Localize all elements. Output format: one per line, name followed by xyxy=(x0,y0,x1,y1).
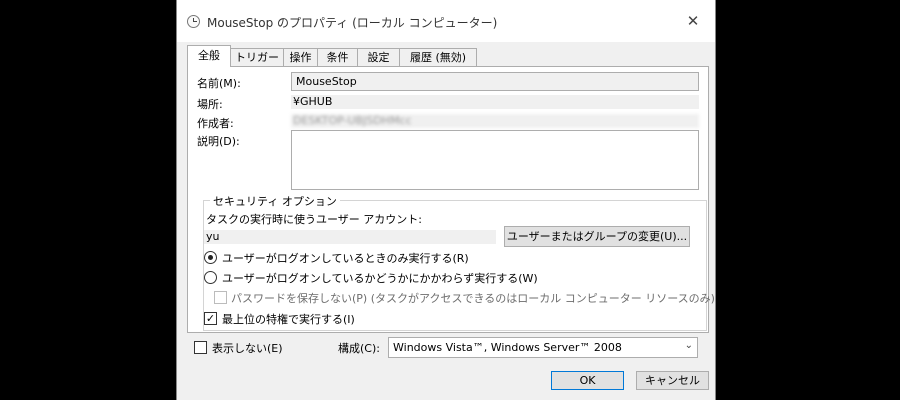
chevron-down-icon: ⌄ xyxy=(684,340,693,351)
location-label: 場所: xyxy=(197,98,223,111)
clock-icon xyxy=(187,15,200,28)
name-field[interactable]: MouseStop xyxy=(291,72,699,91)
author-label: 作成者: xyxy=(197,117,234,130)
change-user-button[interactable]: ユーザーまたはグループの変更(U)... xyxy=(504,226,690,247)
no-store-password-checkbox[interactable] xyxy=(214,291,227,304)
close-icon[interactable]: ✕ xyxy=(679,8,707,34)
radio-logged-on[interactable] xyxy=(204,251,217,264)
tab-general[interactable]: 全般 xyxy=(187,45,231,67)
radio-logged-on-label[interactable]: ユーザーがログオンしているときのみ実行する(R) xyxy=(222,250,469,266)
author-value: DESKTOP-UBJSDHMcc xyxy=(291,114,699,128)
user-account-value: yu xyxy=(204,230,496,244)
no-store-password-label: パスワードを保存しない(P) (タスクがアクセスできるのはローカル コンピュータ… xyxy=(231,292,715,305)
description-field[interactable] xyxy=(291,130,699,190)
hidden-checkbox[interactable] xyxy=(194,341,207,354)
description-label: 説明(D): xyxy=(197,135,240,148)
configure-value: Windows Vista™, Windows Server™ 2008 xyxy=(393,341,622,354)
configure-label: 構成(C): xyxy=(338,342,380,355)
ok-button[interactable]: OK xyxy=(551,371,624,390)
tab-settings[interactable]: 設定 xyxy=(357,48,400,66)
tab-triggers[interactable]: トリガー xyxy=(230,48,284,66)
tab-conditions[interactable]: 条件 xyxy=(317,48,358,66)
radio-whether-logged-on-label[interactable]: ユーザーがログオンしているかどうかにかかわらず実行する(W) xyxy=(222,270,538,286)
title-bar: MouseStop のプロパティ (ローカル コンピューター) ✕ xyxy=(177,0,715,42)
highest-privileges-checkbox[interactable]: ✓ xyxy=(204,312,217,325)
tab-actions[interactable]: 操作 xyxy=(283,48,318,66)
name-label: 名前(M): xyxy=(197,77,241,90)
window-title: MouseStop のプロパティ (ローカル コンピューター) xyxy=(207,16,498,30)
radio-whether-logged-on[interactable] xyxy=(204,271,217,284)
run-as-label: タスクの実行時に使うユーザー アカウント: xyxy=(206,213,422,226)
properties-dialog: MouseStop のプロパティ (ローカル コンピューター) ✕ 全般 トリガ… xyxy=(176,0,716,400)
cancel-button[interactable]: キャンセル xyxy=(636,371,709,390)
tab-history[interactable]: 履歴 (無効) xyxy=(399,48,477,66)
configure-dropdown[interactable]: Windows Vista™, Windows Server™ 2008 ⌄ xyxy=(388,337,698,358)
general-panel: 名前(M): MouseStop 場所: ¥GHUB 作成者: DESKTOP-… xyxy=(187,66,715,333)
location-value: ¥GHUB xyxy=(291,95,699,109)
highest-privileges-label[interactable]: 最上位の特権で実行する(I) xyxy=(222,311,355,327)
hidden-label[interactable]: 表示しない(E) xyxy=(212,340,283,356)
security-options-title: セキュリティ オプション xyxy=(210,193,340,209)
